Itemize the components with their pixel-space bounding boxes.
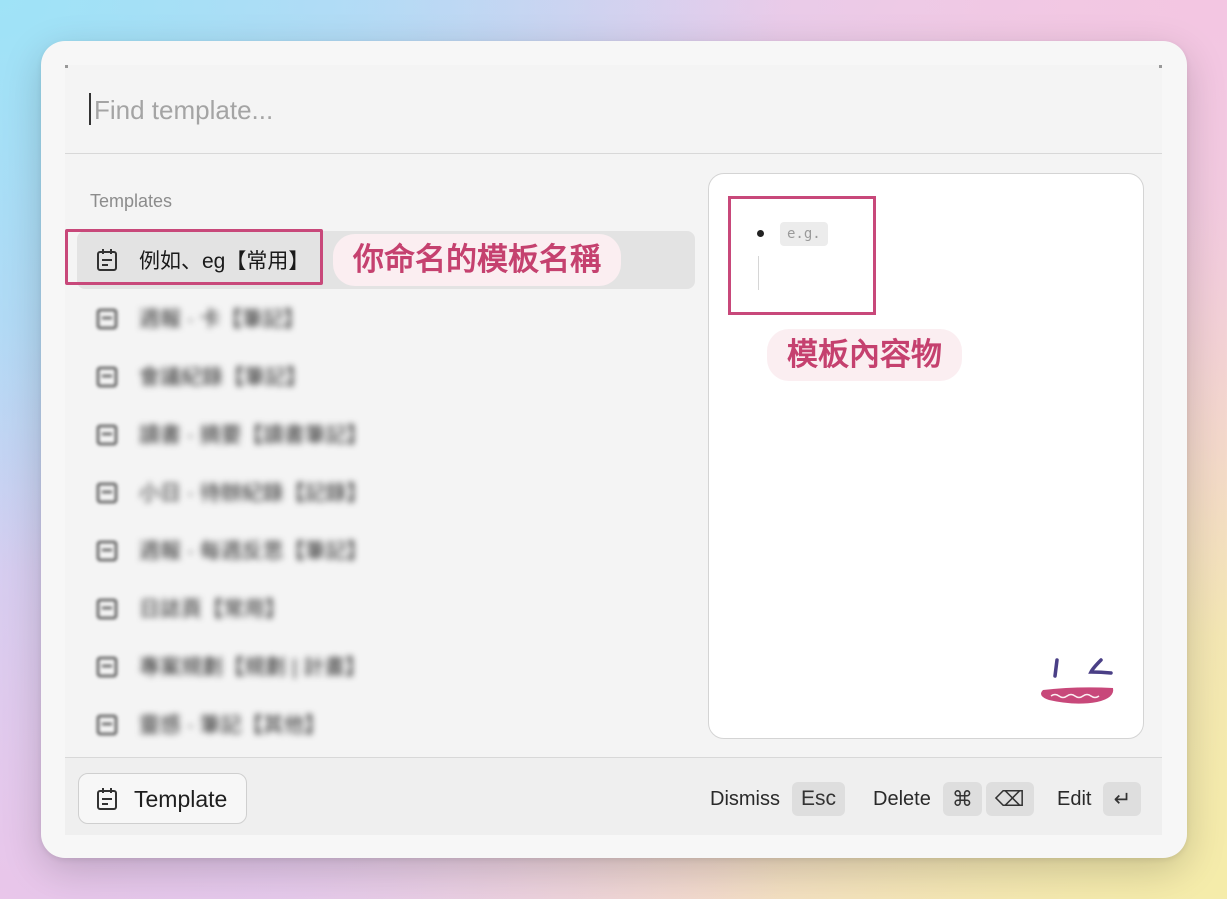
- template-item-label: 小日 · 待辦紀錄【記錄】: [139, 482, 368, 505]
- template-item[interactable]: 週報 · 卡【筆記】: [77, 289, 695, 347]
- template-item-label: 日誌頁【常用】: [139, 598, 286, 621]
- template-item-label: 讀書 · 摘要【讀書筆記】: [139, 424, 368, 447]
- search-bar: [65, 65, 1162, 154]
- calendar-icon: [96, 598, 118, 620]
- footer-bar: Template Dismiss Esc Delete ⌘ ⌫ Edit ↵: [65, 757, 1162, 835]
- calendar-icon: [96, 656, 118, 678]
- template-list: 例如、eg【常用】 你命名的模板名稱 週報 · 卡【筆記】 會議紀錄【筆記】 讀…: [65, 229, 695, 753]
- template-item-label: 專案規劃【規劃 | 計畫】: [139, 656, 367, 679]
- calendar-icon: [96, 482, 118, 504]
- search-input[interactable]: [92, 89, 1096, 131]
- smiley-doodle-icon: [1041, 658, 1114, 704]
- section-label: Templates: [90, 191, 173, 211]
- template-item-label: 週報 · 卡【筆記】: [139, 308, 305, 331]
- template-item-label: 靈感 · 筆記【其他】: [139, 714, 326, 737]
- template-button-label: Template: [134, 786, 228, 812]
- template-item[interactable]: 專案規劃【規劃 | 計畫】: [77, 637, 695, 695]
- template-item[interactable]: 靈感 · 筆記【其他】: [77, 695, 695, 753]
- edit-action[interactable]: Edit ↵: [1057, 782, 1142, 816]
- dismiss-action[interactable]: Dismiss Esc: [710, 782, 846, 816]
- highlight-box: [728, 196, 876, 315]
- calendar-icon: [96, 714, 118, 736]
- template-item-label: 會議紀錄【筆記】: [139, 366, 307, 389]
- template-item[interactable]: 會議紀錄【筆記】: [77, 347, 695, 405]
- backspace-key-icon: ⌫: [985, 782, 1034, 816]
- calendar-icon: [96, 540, 118, 562]
- delete-action[interactable]: Delete ⌘ ⌫: [873, 782, 1034, 816]
- enter-key-icon: ↵: [1103, 782, 1142, 816]
- calendar-icon: [97, 788, 117, 810]
- command-key-icon: ⌘: [942, 782, 982, 816]
- template-picker-panel: Templates 例如、eg【常用】 你命名的模板名稱 週報 · 卡【筆記】: [65, 65, 1162, 835]
- delete-label: Delete: [873, 787, 931, 810]
- template-item[interactable]: 週報 · 每週反思【筆記】: [77, 521, 695, 579]
- bullet-dot: [757, 230, 764, 237]
- content-callout: 模板內容物: [767, 329, 962, 381]
- highlight-box: [65, 229, 323, 285]
- calendar-icon: [96, 308, 118, 330]
- template-item-label: 週報 · 每週反思【筆記】: [139, 540, 368, 563]
- calendar-icon: [96, 366, 118, 388]
- template-item-selected[interactable]: 例如、eg【常用】 你命名的模板名稱: [65, 229, 695, 289]
- esc-key: Esc: [792, 782, 846, 816]
- edit-label: Edit: [1057, 787, 1092, 810]
- text-caret: [89, 93, 91, 125]
- dismiss-label: Dismiss: [710, 787, 780, 810]
- template-preview: e.g. 模板內容物: [708, 173, 1144, 739]
- calendar-icon: [96, 424, 118, 446]
- template-item[interactable]: 日誌頁【常用】: [77, 579, 695, 637]
- inline-code: e.g.: [780, 222, 828, 246]
- template-picker-window: Templates 例如、eg【常用】 你命名的模板名稱 週報 · 卡【筆記】: [41, 41, 1187, 858]
- template-item[interactable]: 小日 · 待辦紀錄【記錄】: [77, 463, 695, 521]
- template-item[interactable]: 讀書 · 摘要【讀書筆記】: [77, 405, 695, 463]
- template-button[interactable]: Template: [78, 773, 247, 824]
- child-guide-line: [758, 256, 759, 290]
- name-callout: 你命名的模板名稱: [333, 234, 621, 286]
